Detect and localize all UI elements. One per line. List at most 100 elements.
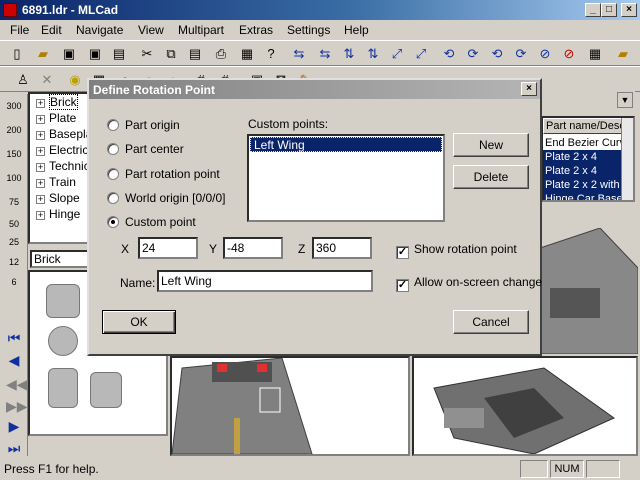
list-item[interactable]: Plate 2 x 4 [543,164,623,178]
model-parts-list[interactable]: Part name/Description End Bezier Curve P… [541,116,635,202]
export-icon[interactable]: ▰ [614,45,632,63]
rotate-y-icon[interactable]: ⟲ [488,45,506,63]
new-point-button[interactable]: New [453,133,529,157]
radio-part-origin[interactable]: Part origin [107,117,180,133]
expand-icon[interactable]: + [36,211,45,220]
print-icon[interactable]: ⎙ [212,45,230,63]
brick-preview-1x1[interactable] [46,284,80,318]
rotate-y2-icon[interactable]: ⟳ [512,45,530,63]
menu-edit[interactable]: Edit [41,23,62,37]
allow-onscreen-change-checkbox[interactable]: ✓ Allow on-screen change [396,275,542,292]
list-item[interactable]: Plate 2 x 4 [543,150,623,164]
parts-list-scrollbar[interactable] [621,118,633,200]
expand-icon[interactable]: + [36,163,45,172]
move-z2-icon[interactable]: ⤢ [412,45,430,63]
menu-help[interactable]: Help [344,23,369,37]
tree-item-technic[interactable]: + Technic [36,158,90,174]
tree-item-train[interactable]: + Train [36,174,76,190]
tree-item-brick[interactable]: + Brick [36,94,78,110]
radio-part-rotation-point[interactable]: Part rotation point [107,166,220,182]
expand-icon[interactable]: + [36,131,45,140]
rotate-x-icon[interactable]: ⟲ [440,45,458,63]
list-item[interactable]: End Bezier Curve [543,136,623,150]
x-coordinate-field[interactable]: 24 [138,237,198,259]
save-as-icon[interactable]: ▤ [110,45,128,63]
brick-preview-round[interactable] [48,326,78,356]
checkbox-box[interactable]: ✓ [396,279,409,292]
zoom-25-button[interactable]: 25 [4,238,24,256]
radio-circle[interactable] [107,119,119,131]
dialog-close-button[interactable]: × [521,82,537,96]
radio-circle[interactable] [107,143,119,155]
next-step-icon[interactable]: ▶ [6,418,22,434]
menu-navigate[interactable]: Navigate [76,23,123,37]
viewport-3d[interactable] [412,356,638,456]
radio-circle[interactable] [107,192,119,204]
menu-multipart[interactable]: Multipart [178,23,224,37]
menu-view[interactable]: View [138,23,164,37]
viewport-side[interactable] [540,228,638,354]
save-icon[interactable]: ▣ [60,45,78,63]
menu-settings[interactable]: Settings [287,23,330,37]
rewind-icon[interactable]: ◀◀ [6,376,28,392]
expand-icon[interactable]: + [36,115,45,124]
cancel-button[interactable]: Cancel [453,310,529,334]
last-step-icon[interactable]: ⏭ [6,440,22,456]
viewport-front[interactable] [170,356,410,456]
zoom-200-button[interactable]: 200 [4,126,24,144]
zoom-50-button[interactable]: 50 [4,220,24,238]
brick-preview-cylinder[interactable] [48,368,78,408]
radio-world-origin[interactable]: World origin [0/0/0] [107,190,226,206]
move-y-icon[interactable]: ⇅ [340,45,358,63]
zoom-75-button[interactable]: 75 [4,198,24,216]
move-x-icon[interactable]: ⇆ [290,45,308,63]
save-all-icon[interactable]: ▣ [86,45,104,63]
zoom-300-button[interactable]: 300 [4,102,24,120]
maximize-button[interactable]: □ [601,3,617,17]
zoom-100-button[interactable]: 100 [4,174,24,192]
move-z-icon[interactable]: ⤢ [388,45,406,63]
dropdown-arrow-icon[interactable]: ▼ [617,92,633,108]
rotate-z2-icon[interactable]: ⊘ [560,45,578,63]
parts-list-header[interactable]: Part name/Description [543,118,623,134]
previous-step-icon[interactable]: ◀ [6,352,22,368]
color-icon[interactable]: ◉ [66,71,84,89]
expand-icon[interactable]: + [36,147,45,156]
copy-icon[interactable]: ⧉ [162,45,180,63]
custom-points-list[interactable]: Left Wing [247,134,445,222]
radio-part-center[interactable]: Part center [107,141,184,157]
tree-item-hinge[interactable]: + Hinge [36,206,80,222]
z-coordinate-field[interactable]: 360 [312,237,372,259]
cut-icon[interactable]: ✂ [138,45,156,63]
properties-icon[interactable]: ▦ [238,45,256,63]
rotate-x2-icon[interactable]: ⟳ [464,45,482,63]
expand-icon[interactable]: + [36,99,45,108]
delete-part-icon[interactable]: ✕ [38,71,56,89]
move-x2-icon[interactable]: ⇆ [316,45,334,63]
tree-item-plate[interactable]: + Plate [36,110,76,126]
tree-item-slope[interactable]: + Slope [36,190,80,206]
expand-icon[interactable]: + [36,179,45,188]
dialog-titlebar[interactable]: Define Rotation Point × [89,80,540,99]
paste-icon[interactable]: ▤ [186,45,204,63]
first-step-icon[interactable]: ⏮ [6,330,22,346]
zoom-6-button[interactable]: 6 [4,278,24,296]
point-name-field[interactable]: Left Wing [157,270,373,292]
minimize-button[interactable]: _ [585,3,601,17]
window-titlebar[interactable]: 6891.ldr - MLCad _ □ × [0,0,640,20]
zoom-12-button[interactable]: 12 [4,258,24,276]
y-coordinate-field[interactable]: -48 [223,237,283,259]
ok-button[interactable]: OK [102,310,176,334]
new-file-icon[interactable]: ▯ [8,45,26,63]
zoom-150-button[interactable]: 150 [4,150,24,168]
rotate-z-icon[interactable]: ⊘ [536,45,554,63]
expand-icon[interactable]: + [36,195,45,204]
fast-forward-icon[interactable]: ▶▶ [6,398,28,414]
checkbox-box[interactable]: ✓ [396,246,409,259]
radio-circle[interactable] [107,168,119,180]
calculator-icon[interactable]: ▦ [586,45,604,63]
radio-custom-point[interactable]: Custom point [107,214,196,230]
person-icon[interactable]: ♙ [14,71,32,89]
close-window-button[interactable]: × [621,3,637,17]
context-help-icon[interactable]: ? [262,45,280,63]
